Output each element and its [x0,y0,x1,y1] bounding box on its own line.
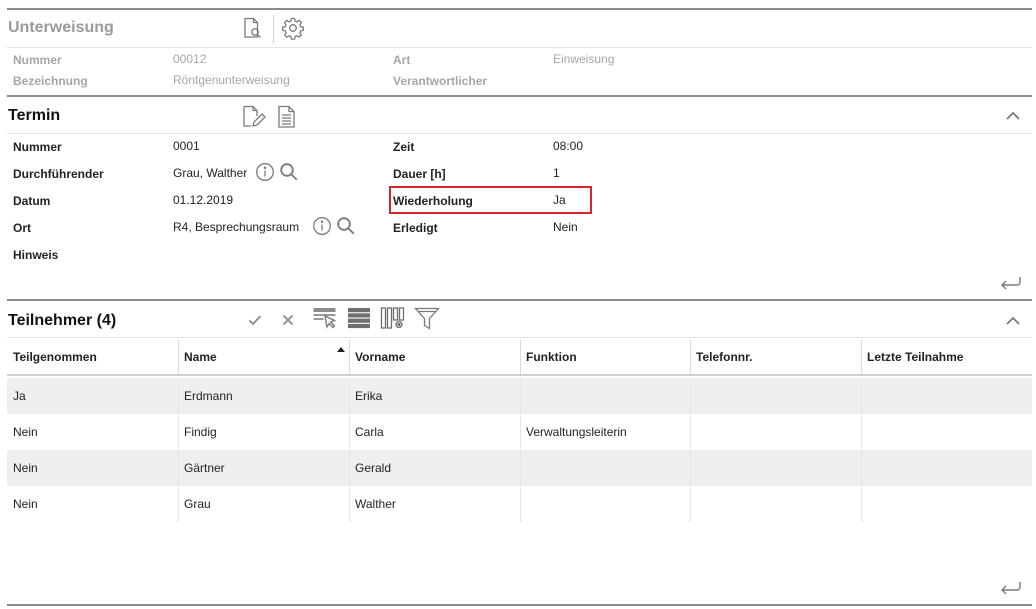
table-row[interactable]: Nein Findig Carla Verwaltungsleiterin [7,414,1032,450]
erledigt-value: Nein [553,220,578,234]
cell-name: Gärtner [184,461,225,475]
termin-nummer-label: Nummer [13,140,62,154]
cell-name: Grau [184,497,211,511]
cell-funktion [520,450,526,486]
filter-icon[interactable] [414,306,440,332]
datum-label: Datum [13,194,51,208]
cell-name: Erdmann [184,389,233,403]
check-icon[interactable] [247,312,263,328]
cell-letzte-teilnahme [861,378,867,414]
cell-telefonnr [690,450,696,486]
select-rows-icon[interactable] [312,306,338,330]
cell-teilgenommen: Ja [13,389,26,403]
document-icon[interactable] [275,104,299,130]
table-row[interactable]: Ja Erdmann Erika [7,378,1032,414]
zeit-label: Zeit [393,140,415,154]
cell-funktion [520,378,526,414]
column-header-vorname[interactable]: Vorname [349,338,520,376]
teilnehmer-bottom-border [7,604,1032,606]
cell-telefonnr [690,378,696,414]
edit-document-icon[interactable] [240,104,266,130]
termin-header-divider [7,133,1032,134]
cell-letzte-teilnahme [861,414,867,450]
nummer-label: Nummer [13,53,62,67]
chevron-up-icon[interactable] [1004,108,1022,122]
wiederholung-value: Ja [553,193,566,207]
erledigt-label: Erledigt [393,221,438,235]
ort-value: R4, Besprechungsraum [173,220,300,234]
cell-letzte-teilnahme [861,450,867,486]
hinweis-label: Hinweis [13,248,59,262]
termin-nummer-value: 0001 [173,139,200,153]
cell-letzte-teilnahme [861,486,867,522]
cell-name: Findig [184,425,217,439]
column-header-funktion[interactable]: Funktion [520,338,690,376]
art-value: Einweisung [553,52,615,66]
durchfuehrender-value: Grau, Walther [173,166,248,180]
column-header-teilgenommen[interactable]: Teilgenommen [7,338,178,376]
sort-ascending-icon [337,347,345,352]
unterweisung-top-border [7,8,1032,10]
zeit-value: 08:00 [553,139,584,153]
cell-telefonnr [690,486,696,522]
cell-teilgenommen: Nein [13,425,38,439]
column-header-name[interactable]: Name [178,338,349,376]
cell-vorname: Gerald [355,461,392,475]
column-header-letzte-teilnahme[interactable]: Letzte Teilnahme [861,338,1032,376]
cell-vorname: Carla [355,425,384,439]
info-icon[interactable] [255,162,275,182]
column-settings-icon[interactable] [380,306,406,330]
dauer-value: 1 [553,166,560,180]
termin-top-border [7,95,1032,97]
cell-teilgenommen: Nein [13,497,38,511]
ort-label: Ort [13,221,31,235]
art-label: Art [393,53,411,67]
cell-funktion [520,486,526,522]
cell-funktion: Verwaltungsleiterin [526,425,627,439]
datum-value: 01.12.2019 [173,193,234,207]
cell-teilgenommen: Nein [13,461,38,475]
cell-vorname: Erika [355,389,383,403]
info-icon[interactable] [312,216,332,236]
toolbar-separator [273,15,274,43]
table-header: Teilgenommen Name Vorname Funktion Telef… [7,338,1032,376]
column-header-telefonnr[interactable]: Telefonnr. [690,338,861,376]
termin-title: Termin [8,107,61,124]
durchfuehrender-label: Durchführender [13,167,104,181]
cell-vorname: Walther [355,497,396,511]
bezeichnung-label: Bezeichnung [13,74,88,88]
close-icon[interactable] [280,312,296,328]
table-row[interactable]: Nein Gärtner Gerald [7,450,1032,486]
teilnehmer-title: Teilnehmer (4) [8,312,117,329]
unterweisung-title: Unterweisung [8,19,114,36]
return-icon[interactable] [998,579,1024,597]
verantwortlicher-label: Verantwortlicher [393,74,488,88]
dauer-label: Dauer [h] [393,167,446,181]
search-icon[interactable] [336,216,356,236]
rows-icon[interactable] [347,306,371,330]
return-icon[interactable] [998,274,1024,292]
bezeichnung-value: Röntgenunterweisung [173,73,290,87]
chevron-up-icon[interactable] [1004,313,1022,327]
unterweisung-header-divider [7,47,1032,48]
table-row[interactable]: Nein Grau Walther [7,486,1032,522]
nummer-value: 00012 [173,52,207,66]
wiederholung-label: Wiederholung [393,194,473,208]
document-search-icon[interactable] [240,16,264,40]
cell-telefonnr [690,414,696,450]
teilnehmer-top-border [7,299,1032,301]
search-icon[interactable] [279,162,299,182]
gear-icon[interactable] [281,16,305,40]
